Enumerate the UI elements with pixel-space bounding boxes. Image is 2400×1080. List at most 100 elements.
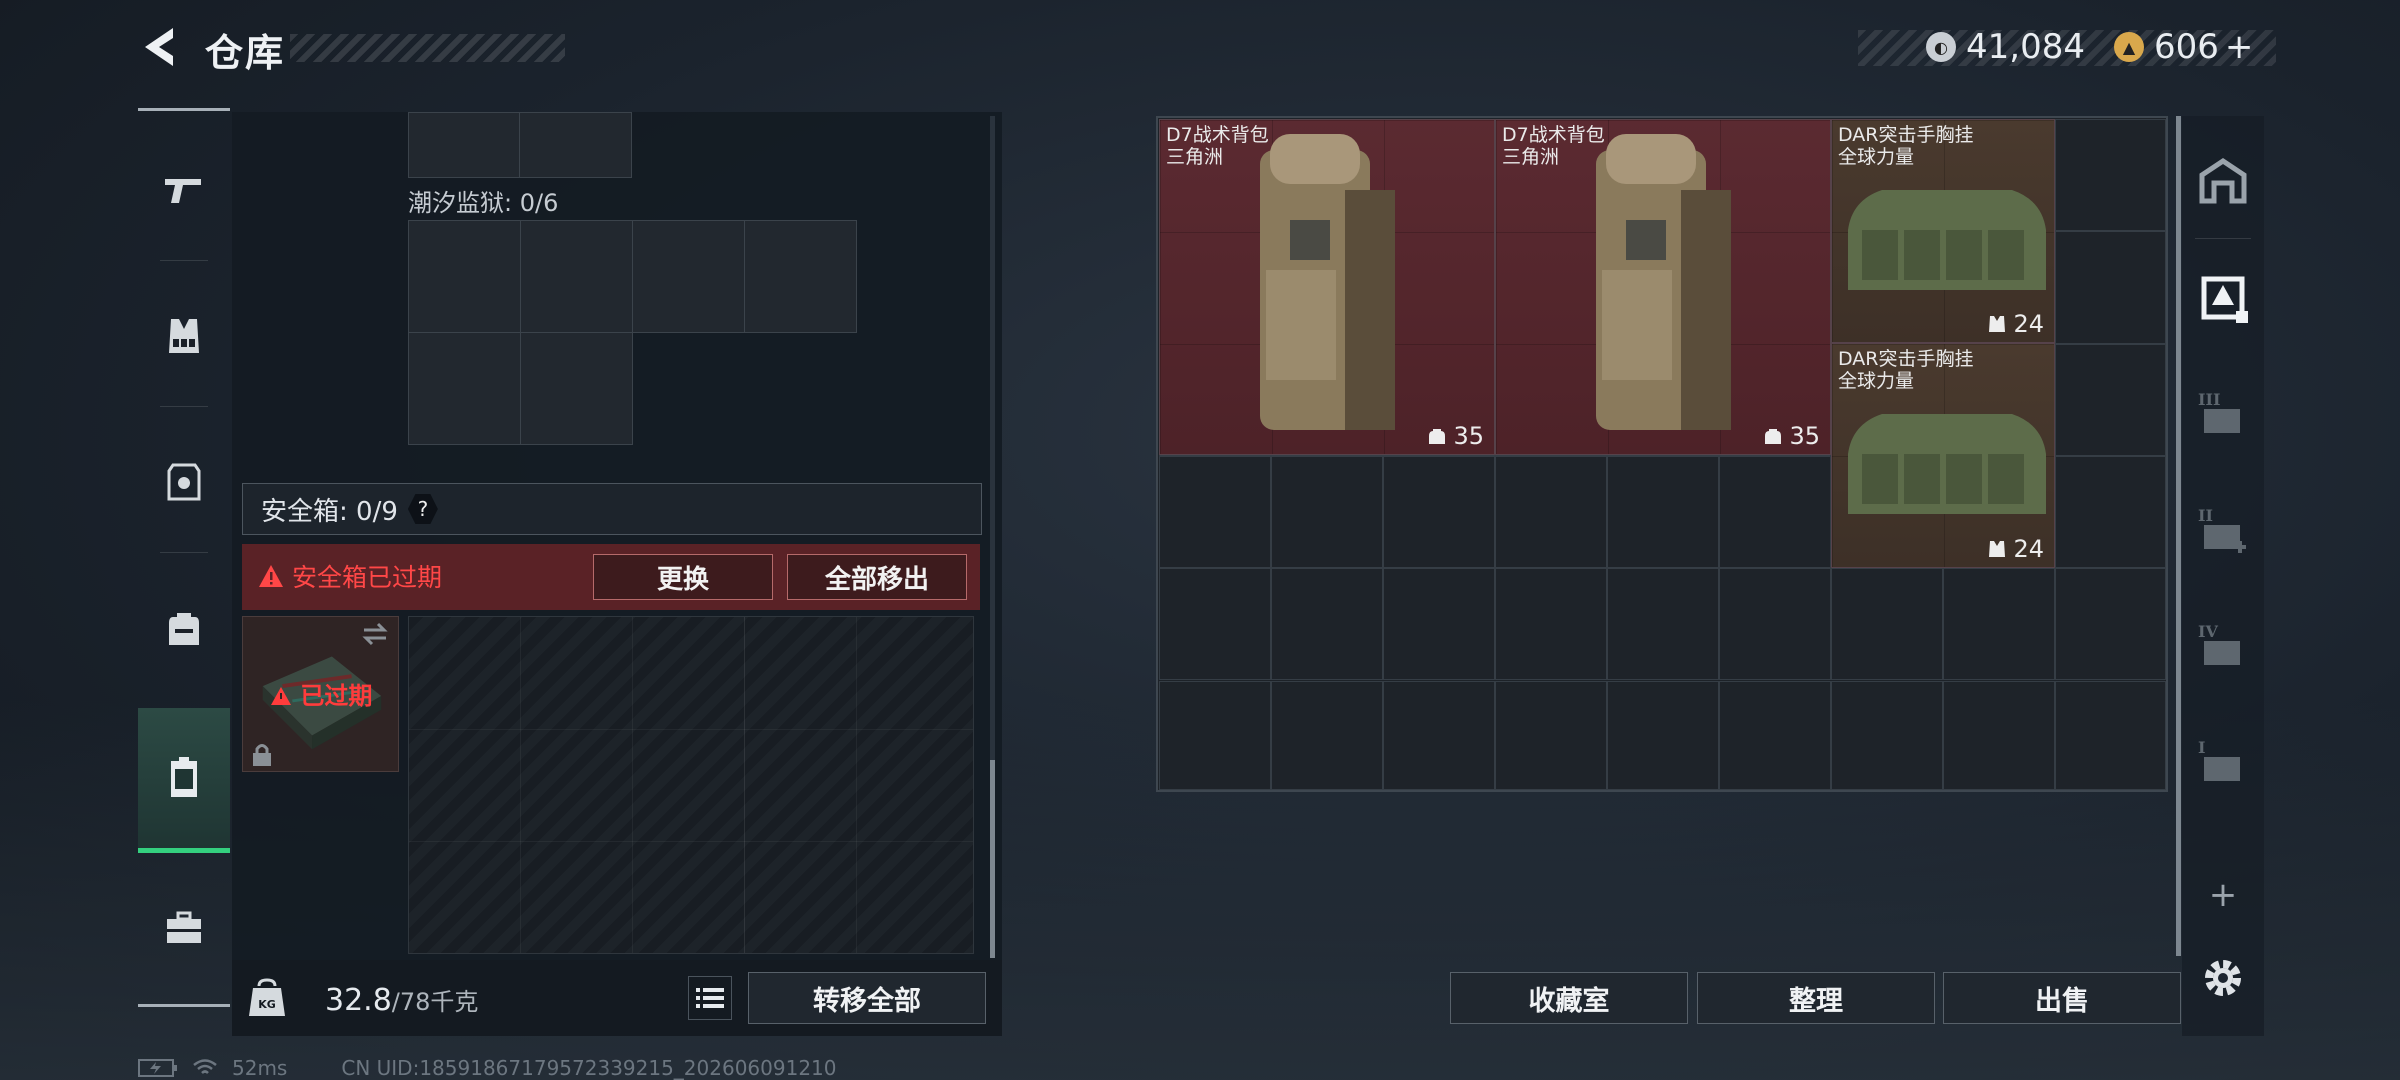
rail-item-vest[interactable]: [138, 266, 230, 406]
stash-slot[interactable]: [1607, 568, 1719, 681]
rail-item-safe-case[interactable]: [138, 708, 230, 853]
backpack-capacity-icon: [1429, 429, 1446, 444]
settings-button[interactable]: [2182, 920, 2264, 1036]
title-decoration: [290, 34, 565, 62]
rail-item-toolbox[interactable]: [138, 858, 230, 998]
stash-slot[interactable]: [2055, 568, 2166, 681]
weight-icon: KG: [249, 978, 285, 1016]
help-icon[interactable]: ?: [407, 494, 438, 524]
stash-slot[interactable]: [1719, 455, 1831, 569]
stash-slot[interactable]: [1943, 568, 2055, 681]
loadout-scrollbar-thumb[interactable]: [990, 760, 995, 958]
stash-slot[interactable]: [1831, 568, 1943, 681]
container-slot[interactable]: [519, 112, 632, 178]
stash-slot[interactable]: [1607, 455, 1719, 569]
storage-tab-4[interactable]: IV: [2182, 588, 2264, 704]
swap-icon[interactable]: [360, 622, 390, 646]
rail-item-armor[interactable]: [138, 412, 230, 552]
replace-button[interactable]: 更换: [593, 554, 773, 600]
container-slot[interactable]: [632, 220, 745, 333]
stash-slot[interactable]: [2055, 231, 2166, 344]
stash-slot[interactable]: [1719, 568, 1831, 681]
rail-separator: [160, 260, 208, 261]
stash-slot[interactable]: [2055, 119, 2166, 232]
backpack-icon: [169, 613, 199, 645]
stash-slot[interactable]: [1159, 680, 1271, 790]
toolbox-icon: [167, 911, 201, 943]
back-button[interactable]: [135, 22, 185, 72]
safe-box-warning-text: 安全箱已过期: [292, 563, 443, 592]
container-slot[interactable]: [520, 220, 633, 333]
wifi-icon: [193, 1059, 217, 1074]
storage-tab-2[interactable]: II: [2182, 472, 2264, 588]
stash-slot[interactable]: [1943, 680, 2055, 790]
status-bar: 52ms CN UID:18591867179572339215_2026060…: [138, 1056, 837, 1080]
stash-slot[interactable]: [2055, 455, 2166, 569]
storage-tab-1-icon: [2201, 276, 2248, 323]
stash-slot[interactable]: [1383, 680, 1495, 790]
stash-item-backpack[interactable]: D7战术背包 三角洲 35: [1495, 119, 1831, 455]
rail-item-backpack[interactable]: [138, 558, 230, 698]
page-title: 仓库: [205, 31, 286, 75]
rail-top-line: [138, 108, 230, 111]
storage-tab-1[interactable]: [2182, 240, 2264, 356]
silver-currency[interactable]: ◐ 41,084: [1926, 22, 2085, 72]
stash-item-chest-rig[interactable]: DAR突击手胸挂 全球力量 24: [1831, 343, 2055, 568]
stash-slot[interactable]: [1271, 568, 1383, 681]
rail-item-weapon[interactable]: [138, 120, 230, 260]
stash-item-chest-rig[interactable]: DAR突击手胸挂 全球力量 24: [1831, 119, 2055, 343]
stash-slot[interactable]: [1495, 680, 1607, 790]
safe-box-warning: 安全箱已过期: [258, 558, 442, 594]
vest-capacity-icon: [1989, 316, 2006, 332]
storage-tab-5[interactable]: I: [2182, 704, 2264, 820]
stash-slot[interactable]: [1159, 568, 1271, 681]
sell-button[interactable]: 出售: [1943, 972, 2181, 1024]
svg-text:KG: KG: [258, 998, 276, 1011]
weight-display: 32.8/78千克: [325, 982, 478, 1018]
container-slot[interactable]: [408, 112, 520, 178]
item-name: D7战术背包 三角洲: [1166, 124, 1269, 168]
safe-box-grid[interactable]: [408, 616, 974, 954]
silver-coin-icon: ◐: [1926, 32, 1956, 62]
stash-slot[interactable]: [1383, 568, 1495, 681]
storage-tab-5-icon: I: [2198, 738, 2240, 781]
stash-item-backpack[interactable]: D7战术背包 三角洲 35: [1159, 119, 1495, 455]
storage-tab-4-icon: IV: [2198, 622, 2240, 665]
stash-slot[interactable]: [1495, 455, 1607, 569]
transfer-all-button[interactable]: 转移全部: [748, 972, 986, 1024]
gold-currency-add[interactable]: +: [2225, 27, 2254, 67]
container-slot[interactable]: [520, 332, 633, 445]
stash-slot[interactable]: [1495, 568, 1607, 681]
safe-box-header: 安全箱: 0/9 ?: [242, 483, 982, 535]
storage-tab-3[interactable]: III: [2182, 356, 2264, 472]
container-slot[interactable]: [408, 220, 521, 333]
container-slot[interactable]: [744, 220, 857, 333]
stash-slot[interactable]: [1607, 680, 1719, 790]
list-view-button[interactable]: [688, 976, 732, 1020]
remove-all-button[interactable]: 全部移出: [787, 554, 967, 600]
stash-slot[interactable]: [1271, 680, 1383, 790]
warning-icon: [271, 687, 291, 705]
stash-slot[interactable]: [1159, 455, 1271, 569]
stash-slot[interactable]: [2055, 343, 2166, 456]
stash-slot[interactable]: [1831, 680, 1943, 790]
stash-slot[interactable]: [1719, 680, 1831, 790]
container-slot[interactable]: [408, 332, 521, 445]
svg-text:IV: IV: [2198, 622, 2218, 641]
item-name: DAR突击手胸挂 全球力量: [1838, 348, 1974, 392]
weight-current: 32.8: [325, 983, 392, 1018]
backpack-image: [1596, 134, 1731, 430]
stash-slot[interactable]: [1271, 455, 1383, 569]
collection-room-button[interactable]: 收藏室: [1450, 972, 1688, 1024]
gold-currency[interactable]: ▲ 606 +: [2114, 22, 2253, 72]
svg-text:II: II: [2198, 506, 2213, 525]
case-expired-text: 已过期: [300, 682, 373, 710]
uid-text: CN UID:18591867179572339215_202606091210: [341, 1056, 837, 1080]
stash-slot[interactable]: [2055, 680, 2166, 790]
item-name: DAR突击手胸挂 全球力量: [1838, 124, 1974, 168]
organize-button[interactable]: 整理: [1697, 972, 1935, 1024]
stash-slot[interactable]: [1383, 455, 1495, 569]
stash-scrollbar[interactable]: [2176, 116, 2181, 956]
storage-tab-home[interactable]: [2182, 122, 2264, 238]
rail-separator: [160, 552, 208, 553]
